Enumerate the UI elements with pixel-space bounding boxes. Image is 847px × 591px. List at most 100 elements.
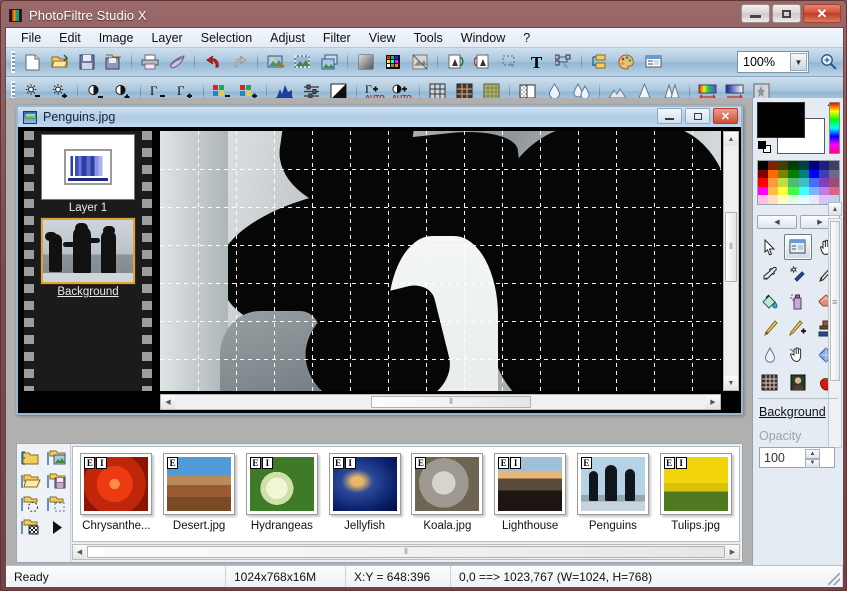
menu-view[interactable]: View bbox=[360, 29, 405, 47]
layer-item-background[interactable]: Background bbox=[34, 215, 142, 299]
palette-swatch[interactable] bbox=[808, 161, 819, 170]
hue-strip[interactable] bbox=[829, 102, 840, 154]
print-preview-icon[interactable] bbox=[164, 50, 189, 74]
new-icon[interactable] bbox=[20, 50, 45, 74]
palette-icon[interactable] bbox=[614, 50, 639, 74]
scroll-up-arrow-icon[interactable]: ▲ bbox=[828, 202, 842, 216]
palette-swatch[interactable] bbox=[768, 161, 779, 170]
thumbnail-list[interactable]: E I Chrysanthe... E Desert.jpg E I Hydra… bbox=[72, 446, 740, 542]
print-icon[interactable] bbox=[137, 50, 162, 74]
canvas-vertical-scrollbar[interactable]: ▲ ⦀ ▼ bbox=[723, 131, 739, 391]
browser-horizontal-scrollbar[interactable]: ◀ ⦀ ▶ bbox=[72, 544, 740, 560]
palette-swatch[interactable] bbox=[828, 178, 839, 187]
palette-swatch[interactable] bbox=[778, 178, 789, 187]
close-button[interactable]: ✕ bbox=[803, 4, 841, 23]
eyedropper-tool[interactable] bbox=[756, 261, 783, 287]
folder-deselect-icon[interactable] bbox=[45, 494, 69, 515]
menu-filter[interactable]: Filter bbox=[314, 29, 360, 47]
palette-swatch[interactable] bbox=[798, 178, 809, 187]
thumbnail-box[interactable]: E bbox=[411, 453, 484, 515]
folder-image-icon[interactable] bbox=[45, 448, 69, 469]
palette-swatch[interactable] bbox=[798, 195, 809, 204]
chevron-down-icon[interactable]: ▼ bbox=[790, 53, 807, 71]
thumbnail-box[interactable]: E I bbox=[328, 453, 401, 515]
transparency-icon[interactable] bbox=[407, 50, 432, 74]
scroll-up-arrow-icon[interactable]: ▲ bbox=[724, 132, 738, 146]
folder-select-icon[interactable] bbox=[19, 494, 43, 515]
text-icon[interactable]: T bbox=[524, 50, 549, 74]
palette-swatch[interactable] bbox=[818, 186, 829, 195]
color-mode-icon[interactable] bbox=[380, 50, 405, 74]
paintbrush-plus-tool[interactable] bbox=[784, 315, 811, 341]
thumbnail-box[interactable]: E I bbox=[245, 453, 318, 515]
paint-bucket-tool[interactable] bbox=[756, 288, 783, 314]
thumbnail-item[interactable]: E Penguins bbox=[574, 453, 653, 532]
canvas-size-icon[interactable] bbox=[290, 50, 315, 74]
scroll-down-arrow-icon[interactable]: ▼ bbox=[724, 376, 738, 390]
spray-tool[interactable] bbox=[784, 288, 811, 314]
duplicate-icon[interactable] bbox=[317, 50, 342, 74]
folder-save-icon[interactable] bbox=[45, 471, 69, 492]
palette-swatch[interactable] bbox=[808, 178, 819, 187]
palette-swatch[interactable] bbox=[778, 195, 789, 204]
palette-swatch[interactable] bbox=[788, 186, 799, 195]
palette-swatch[interactable] bbox=[778, 186, 789, 195]
thumbnail-item[interactable]: E I Jellyfish bbox=[325, 453, 404, 532]
menu-file[interactable]: File bbox=[12, 29, 50, 47]
stepper-down-icon[interactable]: ▼ bbox=[805, 458, 820, 468]
toolbar-grip[interactable] bbox=[11, 51, 15, 73]
scroll-right-arrow-icon[interactable]: ▶ bbox=[706, 395, 720, 409]
palette-swatch[interactable] bbox=[828, 169, 839, 178]
thumbnail-item[interactable]: E I Tulips.jpg bbox=[656, 453, 735, 532]
resize-grip-icon[interactable] bbox=[828, 573, 840, 585]
folder-browse-icon[interactable] bbox=[19, 471, 43, 492]
folder-open-icon[interactable] bbox=[19, 448, 43, 469]
palette-swatch[interactable] bbox=[758, 178, 769, 187]
open-icon[interactable] bbox=[47, 50, 72, 74]
thumbnail-item[interactable]: E Koala.jpg bbox=[408, 453, 487, 532]
palette-swatch[interactable] bbox=[828, 186, 839, 195]
palette-swatch[interactable] bbox=[768, 169, 779, 178]
scroll-left-arrow-icon[interactable]: ◀ bbox=[161, 395, 175, 409]
menu-layer[interactable]: Layer bbox=[142, 29, 191, 47]
undo-icon[interactable] bbox=[200, 50, 225, 74]
vector-selection-icon[interactable] bbox=[551, 50, 576, 74]
palette-swatch[interactable] bbox=[828, 161, 839, 170]
palette-swatch[interactable] bbox=[768, 186, 779, 195]
crop-icon[interactable] bbox=[497, 50, 522, 74]
folder-transparent-icon[interactable] bbox=[19, 517, 43, 538]
thumbnail-box[interactable]: E bbox=[576, 453, 649, 515]
menu-edit[interactable]: Edit bbox=[50, 29, 90, 47]
minimize-button[interactable] bbox=[741, 4, 770, 23]
rotate-left-icon[interactable] bbox=[443, 50, 468, 74]
zoom-magnifier-icon[interactable] bbox=[820, 53, 837, 70]
palette-swatch[interactable] bbox=[798, 186, 809, 195]
thumbnail-box[interactable]: E I bbox=[659, 453, 732, 515]
smudge-tool[interactable] bbox=[784, 342, 811, 368]
menu-selection[interactable]: Selection bbox=[192, 29, 261, 47]
palette-swatch[interactable] bbox=[768, 178, 779, 187]
palette-swatch[interactable] bbox=[788, 178, 799, 187]
opacity-stepper[interactable]: ▲ ▼ bbox=[805, 449, 820, 468]
maximize-button[interactable] bbox=[772, 4, 801, 23]
scrollbar-thumb[interactable]: ⦀ bbox=[87, 546, 725, 558]
color-palette[interactable] bbox=[757, 160, 840, 205]
layer-thumbnail[interactable] bbox=[41, 134, 135, 200]
palette-swatch[interactable] bbox=[818, 169, 829, 178]
grid-tool[interactable] bbox=[756, 369, 783, 395]
thumbnail-item[interactable]: E Desert.jpg bbox=[160, 453, 239, 532]
rotate-right-icon[interactable] bbox=[470, 50, 495, 74]
opacity-input[interactable]: 100 ▲ ▼ bbox=[759, 447, 835, 468]
menu-adjust[interactable]: Adjust bbox=[261, 29, 314, 47]
tool-panel-scrollbar[interactable]: ≡ bbox=[828, 218, 842, 448]
water-drop-tool[interactable] bbox=[756, 342, 783, 368]
thumbnail-box[interactable]: E I bbox=[80, 453, 153, 515]
scrollbar-thumb[interactable]: ⦀ bbox=[725, 212, 737, 282]
grayscale-icon[interactable] bbox=[353, 50, 378, 74]
palette-swatch[interactable] bbox=[818, 161, 829, 170]
slideshow-play-icon[interactable] bbox=[45, 517, 69, 538]
layer-item-layer1[interactable]: Layer 1 bbox=[34, 131, 142, 215]
palette-swatch[interactable] bbox=[788, 161, 799, 170]
menu-tools[interactable]: Tools bbox=[405, 29, 452, 47]
canvas-horizontal-scrollbar[interactable]: ◀ ⦀ ▶ bbox=[160, 394, 721, 410]
